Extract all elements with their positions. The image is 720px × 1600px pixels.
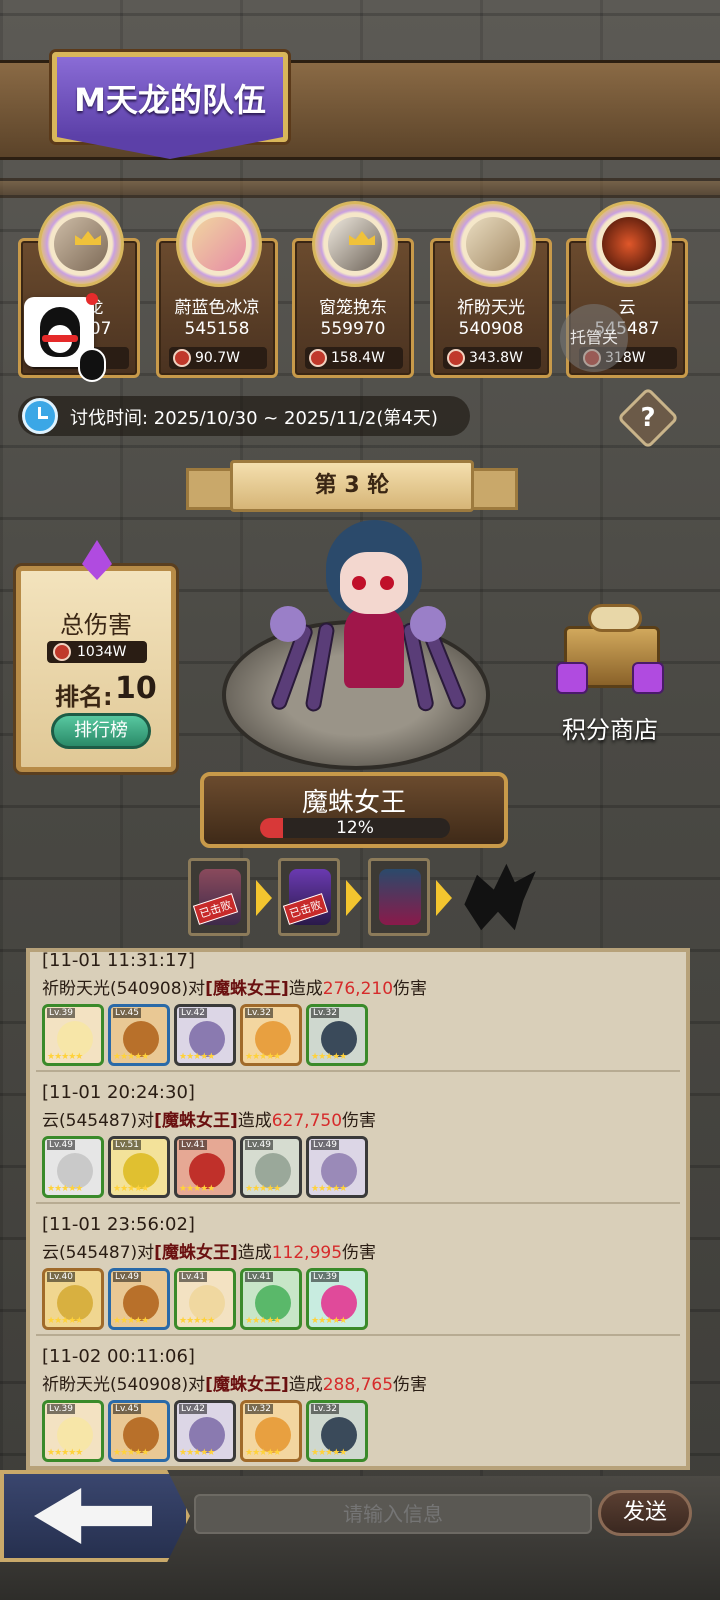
- member-damage: 343.8W: [443, 347, 541, 369]
- hero-portrait[interactable]: Lv.42 ★★★★★: [174, 1004, 236, 1066]
- hero-portrait[interactable]: Lv.49 ★★★★★: [306, 1136, 368, 1198]
- boss-hp-bar: 12%: [260, 818, 450, 838]
- hero-portrait[interactable]: Lv.49 ★★★★★: [42, 1136, 104, 1198]
- damage-gem-icon: [447, 349, 465, 367]
- points-shop-button[interactable]: [550, 604, 670, 704]
- arrow-right-icon: [256, 880, 272, 916]
- member-card-2[interactable]: 蔚蓝色冰凉 545158 90.7W: [156, 201, 278, 378]
- top-beam-2: [0, 178, 720, 198]
- boss-hp-text: 12%: [336, 818, 374, 838]
- hero-portrait[interactable]: Lv.41 ★★★★★: [174, 1268, 236, 1330]
- spider-queen-boss[interactable]: [260, 512, 469, 722]
- member-power: 545158: [184, 319, 250, 339]
- team-title-banner: M天龙的队伍: [52, 52, 288, 159]
- member-avatar: [450, 201, 536, 287]
- hero-portrait[interactable]: Lv.41 ★★★★★: [174, 1136, 236, 1198]
- log-line: 祈盼天光(540908)对[魔蛛女王]造成276,210伤害: [42, 979, 428, 999]
- auto-play-button[interactable]: 托管关: [560, 304, 628, 372]
- leaderboard-button[interactable]: 排行榜: [51, 713, 151, 749]
- ribbon-tail-right: [468, 468, 518, 510]
- arrow-right-icon: [346, 880, 362, 916]
- total-damage-panel: 总伤害 1034W 排名: 10 排行榜: [16, 566, 176, 772]
- help-button[interactable]: ?: [616, 386, 680, 450]
- hero-portrait[interactable]: Lv.51 ★★★★★: [108, 1136, 170, 1198]
- member-avatar: [176, 201, 262, 287]
- member-name: 窗笼挽东: [319, 298, 387, 318]
- damage-gem-icon: [173, 349, 191, 367]
- hero-portrait[interactable]: Lv.39 ★★★★★: [42, 1004, 104, 1066]
- total-damage-title: 总伤害: [60, 611, 132, 639]
- log-time: [11-01 20:24:30]: [42, 1082, 195, 1103]
- member-damage: 90.7W: [169, 347, 267, 369]
- stage-3[interactable]: [368, 858, 430, 936]
- damage-gem-icon: [53, 643, 71, 661]
- log-entry: [11-01 23:56:02] 云(545487)对[魔蛛女王]造成112,9…: [36, 1208, 680, 1336]
- hero-portrait[interactable]: Lv.40 ★★★★★: [42, 1268, 104, 1330]
- member-power: 559970: [320, 319, 386, 339]
- hero-portrait[interactable]: Lv.32 ★★★★★: [240, 1400, 302, 1462]
- hero-portrait[interactable]: Lv.32 ★★★★★: [306, 1004, 368, 1066]
- log-line: 云(545487)对[魔蛛女王]造成627,750伤害: [42, 1111, 377, 1131]
- member-card-3[interactable]: 窗笼挽东 559970 158.4W: [292, 201, 414, 378]
- send-button[interactable]: 发送: [598, 1490, 692, 1536]
- scroll-icon: [588, 604, 642, 632]
- event-time-bar: 讨伐时间: 2025/10/30 ~ 2025/11/2(第4天): [18, 396, 470, 436]
- rank-value: 10: [115, 671, 157, 706]
- hero-portrait[interactable]: Lv.45 ★★★★★: [108, 1004, 170, 1066]
- battle-log-panel[interactable]: [11-01 11:31:17] 祈盼天光(540908)对[魔蛛女王]造成27…: [26, 948, 690, 1470]
- hero-portrait[interactable]: Lv.39 ★★★★★: [306, 1268, 368, 1330]
- clock-icon: [22, 398, 58, 434]
- ribbon-tail-left: [186, 468, 236, 510]
- log-time: [11-01 23:56:02]: [42, 1214, 195, 1235]
- stage-2[interactable]: 已击败: [278, 858, 340, 936]
- member-damage: 158.4W: [305, 347, 403, 369]
- hero-portrait[interactable]: Lv.42 ★★★★★: [174, 1400, 236, 1462]
- hero-portrait[interactable]: Lv.41 ★★★★★: [240, 1268, 302, 1330]
- hero-portrait[interactable]: Lv.45 ★★★★★: [108, 1400, 170, 1462]
- member-card-4[interactable]: 祈盼天光 540908 343.8W: [430, 201, 552, 378]
- log-line: 祈盼天光(540908)对[魔蛛女王]造成288,765伤害: [42, 1375, 428, 1395]
- hero-portrait[interactable]: Lv.49 ★★★★★: [240, 1136, 302, 1198]
- member-power: 540908: [458, 319, 524, 339]
- member-name: 蔚蓝色冰凉: [174, 298, 260, 318]
- event-time-text: 讨伐时间: 2025/10/30 ~ 2025/11/2(第4天): [70, 408, 438, 429]
- total-damage-value: 1034W: [47, 641, 147, 663]
- log-time: [11-01 11:31:17]: [42, 950, 195, 971]
- member-avatar: [586, 201, 672, 287]
- game-screen: { "header": {"title": "M天龙的队伍"}, "member…: [0, 0, 720, 1600]
- log-time: [11-02 00:11:06]: [42, 1346, 195, 1367]
- boss-name: 魔蛛女王: [301, 788, 406, 818]
- log-entry: [11-01 20:24:30] 云(545487)对[魔蛛女王]造成627,7…: [36, 1076, 680, 1204]
- hero-portrait[interactable]: Lv.32 ★★★★★: [306, 1400, 368, 1462]
- points-shop-label[interactable]: 积分商店: [540, 710, 680, 745]
- boss-name-plate: 魔蛛女王 12%: [200, 772, 508, 848]
- purple-gem-icon: [556, 662, 588, 694]
- message-input[interactable]: [194, 1494, 592, 1534]
- hero-portrait[interactable]: Lv.39 ★★★★★: [42, 1400, 104, 1462]
- notification-dot: [86, 293, 98, 305]
- log-line: 云(545487)对[魔蛛女王]造成112,995伤害: [42, 1243, 377, 1263]
- hero-portrait[interactable]: Lv.49 ★★★★★: [108, 1268, 170, 1330]
- arrow-right-icon: [436, 880, 452, 916]
- log-entry: [11-02 00:11:06] 祈盼天光(540908)对[魔蛛女王]造成28…: [36, 1340, 680, 1466]
- stage-1[interactable]: 已击败: [188, 858, 250, 936]
- round-label: 第 3 轮: [230, 460, 474, 512]
- help-icon: ?: [640, 403, 656, 433]
- penguin-icon: [78, 348, 106, 382]
- team-title: M天龙的队伍: [74, 81, 266, 119]
- purple-gem-icon: [632, 662, 664, 694]
- rank-label: 排名:: [55, 683, 113, 711]
- damage-gem-icon: [309, 349, 327, 367]
- log-entry: [11-01 11:31:17] 祈盼天光(540908)对[魔蛛女王]造成27…: [36, 950, 680, 1072]
- locked-boss-silhouette: [464, 863, 536, 931]
- hero-portrait[interactable]: Lv.32 ★★★★★: [240, 1004, 302, 1066]
- member-name: 祈盼天光: [457, 298, 525, 318]
